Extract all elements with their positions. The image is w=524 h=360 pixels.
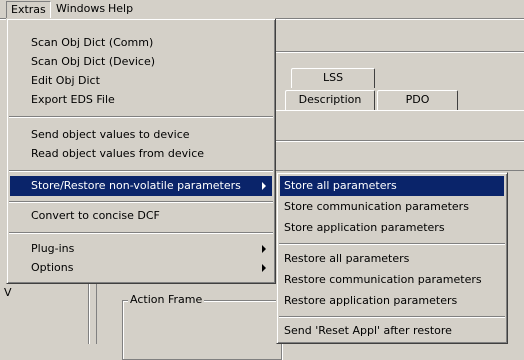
- submenu-item-restore-all[interactable]: Restore all parameters: [280, 249, 504, 269]
- tab-description[interactable]: Description: [285, 90, 375, 110]
- inner-panel-edge: [96, 284, 108, 344]
- store-restore-submenu: Store all parameters Store communication…: [276, 172, 508, 344]
- toolbar-divider-light: [268, 52, 524, 53]
- menu-separator: [279, 243, 505, 245]
- menu-separator: [9, 232, 273, 234]
- action-frame-group: [122, 300, 282, 360]
- menu-item-send-object-values[interactable]: Send object values to device: [10, 125, 272, 145]
- submenu-arrow-icon: [262, 182, 266, 190]
- menu-separator: [9, 116, 273, 118]
- menu-help[interactable]: Help: [104, 0, 137, 18]
- menu-separator: [9, 201, 273, 203]
- action-frame-label: Action Frame: [128, 293, 205, 306]
- menu-item-read-object-values[interactable]: Read object values from device: [10, 144, 272, 164]
- submenu-item-restore-application[interactable]: Restore application parameters: [280, 291, 504, 311]
- left-pane-letter: V: [4, 286, 12, 299]
- submenu-item-send-reset-appl[interactable]: Send 'Reset Appl' after restore: [280, 321, 504, 341]
- menu-windows[interactable]: Windows: [52, 0, 109, 18]
- tab-lss[interactable]: LSS: [291, 68, 375, 88]
- submenu-item-store-application[interactable]: Store application parameters: [280, 218, 504, 238]
- menu-item-convert-concise-dcf[interactable]: Convert to concise DCF: [10, 206, 272, 226]
- tab-description-label: Description: [298, 93, 362, 106]
- menu-separator: [9, 170, 273, 172]
- submenu-item-store-communication[interactable]: Store communication parameters: [280, 197, 504, 217]
- tab-pdo-label: PDO: [405, 93, 430, 106]
- tab-pdo[interactable]: PDO: [377, 90, 458, 110]
- panel-divider-light: [268, 141, 524, 142]
- submenu-arrow-icon: [262, 245, 266, 253]
- menu-item-edit-obj-dict[interactable]: Edit Obj Dict: [10, 71, 272, 91]
- menu-item-store-restore[interactable]: Store/Restore non-volatile parameters: [10, 176, 272, 196]
- submenu-arrow-icon: [262, 264, 266, 272]
- menu-item-plug-ins[interactable]: Plug-ins: [10, 239, 272, 259]
- tab-lss-label: LSS: [322, 71, 344, 84]
- menu-item-scan-obj-dict-comm[interactable]: Scan Obj Dict (Comm): [10, 33, 272, 53]
- submenu-item-restore-communication[interactable]: Restore communication parameters: [280, 270, 504, 290]
- menu-item-scan-obj-dict-device[interactable]: Scan Obj Dict (Device): [10, 52, 272, 72]
- extras-menu: Scan Obj Dict (Comm) Scan Obj Dict (Devi…: [6, 18, 276, 284]
- menu-bar: Extras Windows Help: [0, 0, 524, 19]
- menu-separator: [279, 316, 505, 318]
- submenu-item-store-all[interactable]: Store all parameters: [280, 176, 504, 196]
- tab-strip-edge: [268, 110, 524, 111]
- panel-divider-2: [268, 170, 524, 171]
- splitter-line[interactable]: [88, 284, 90, 344]
- menu-item-export-eds-file[interactable]: Export EDS File: [10, 90, 272, 110]
- menu-item-options[interactable]: Options: [10, 258, 272, 278]
- menu-extras[interactable]: Extras: [6, 1, 51, 19]
